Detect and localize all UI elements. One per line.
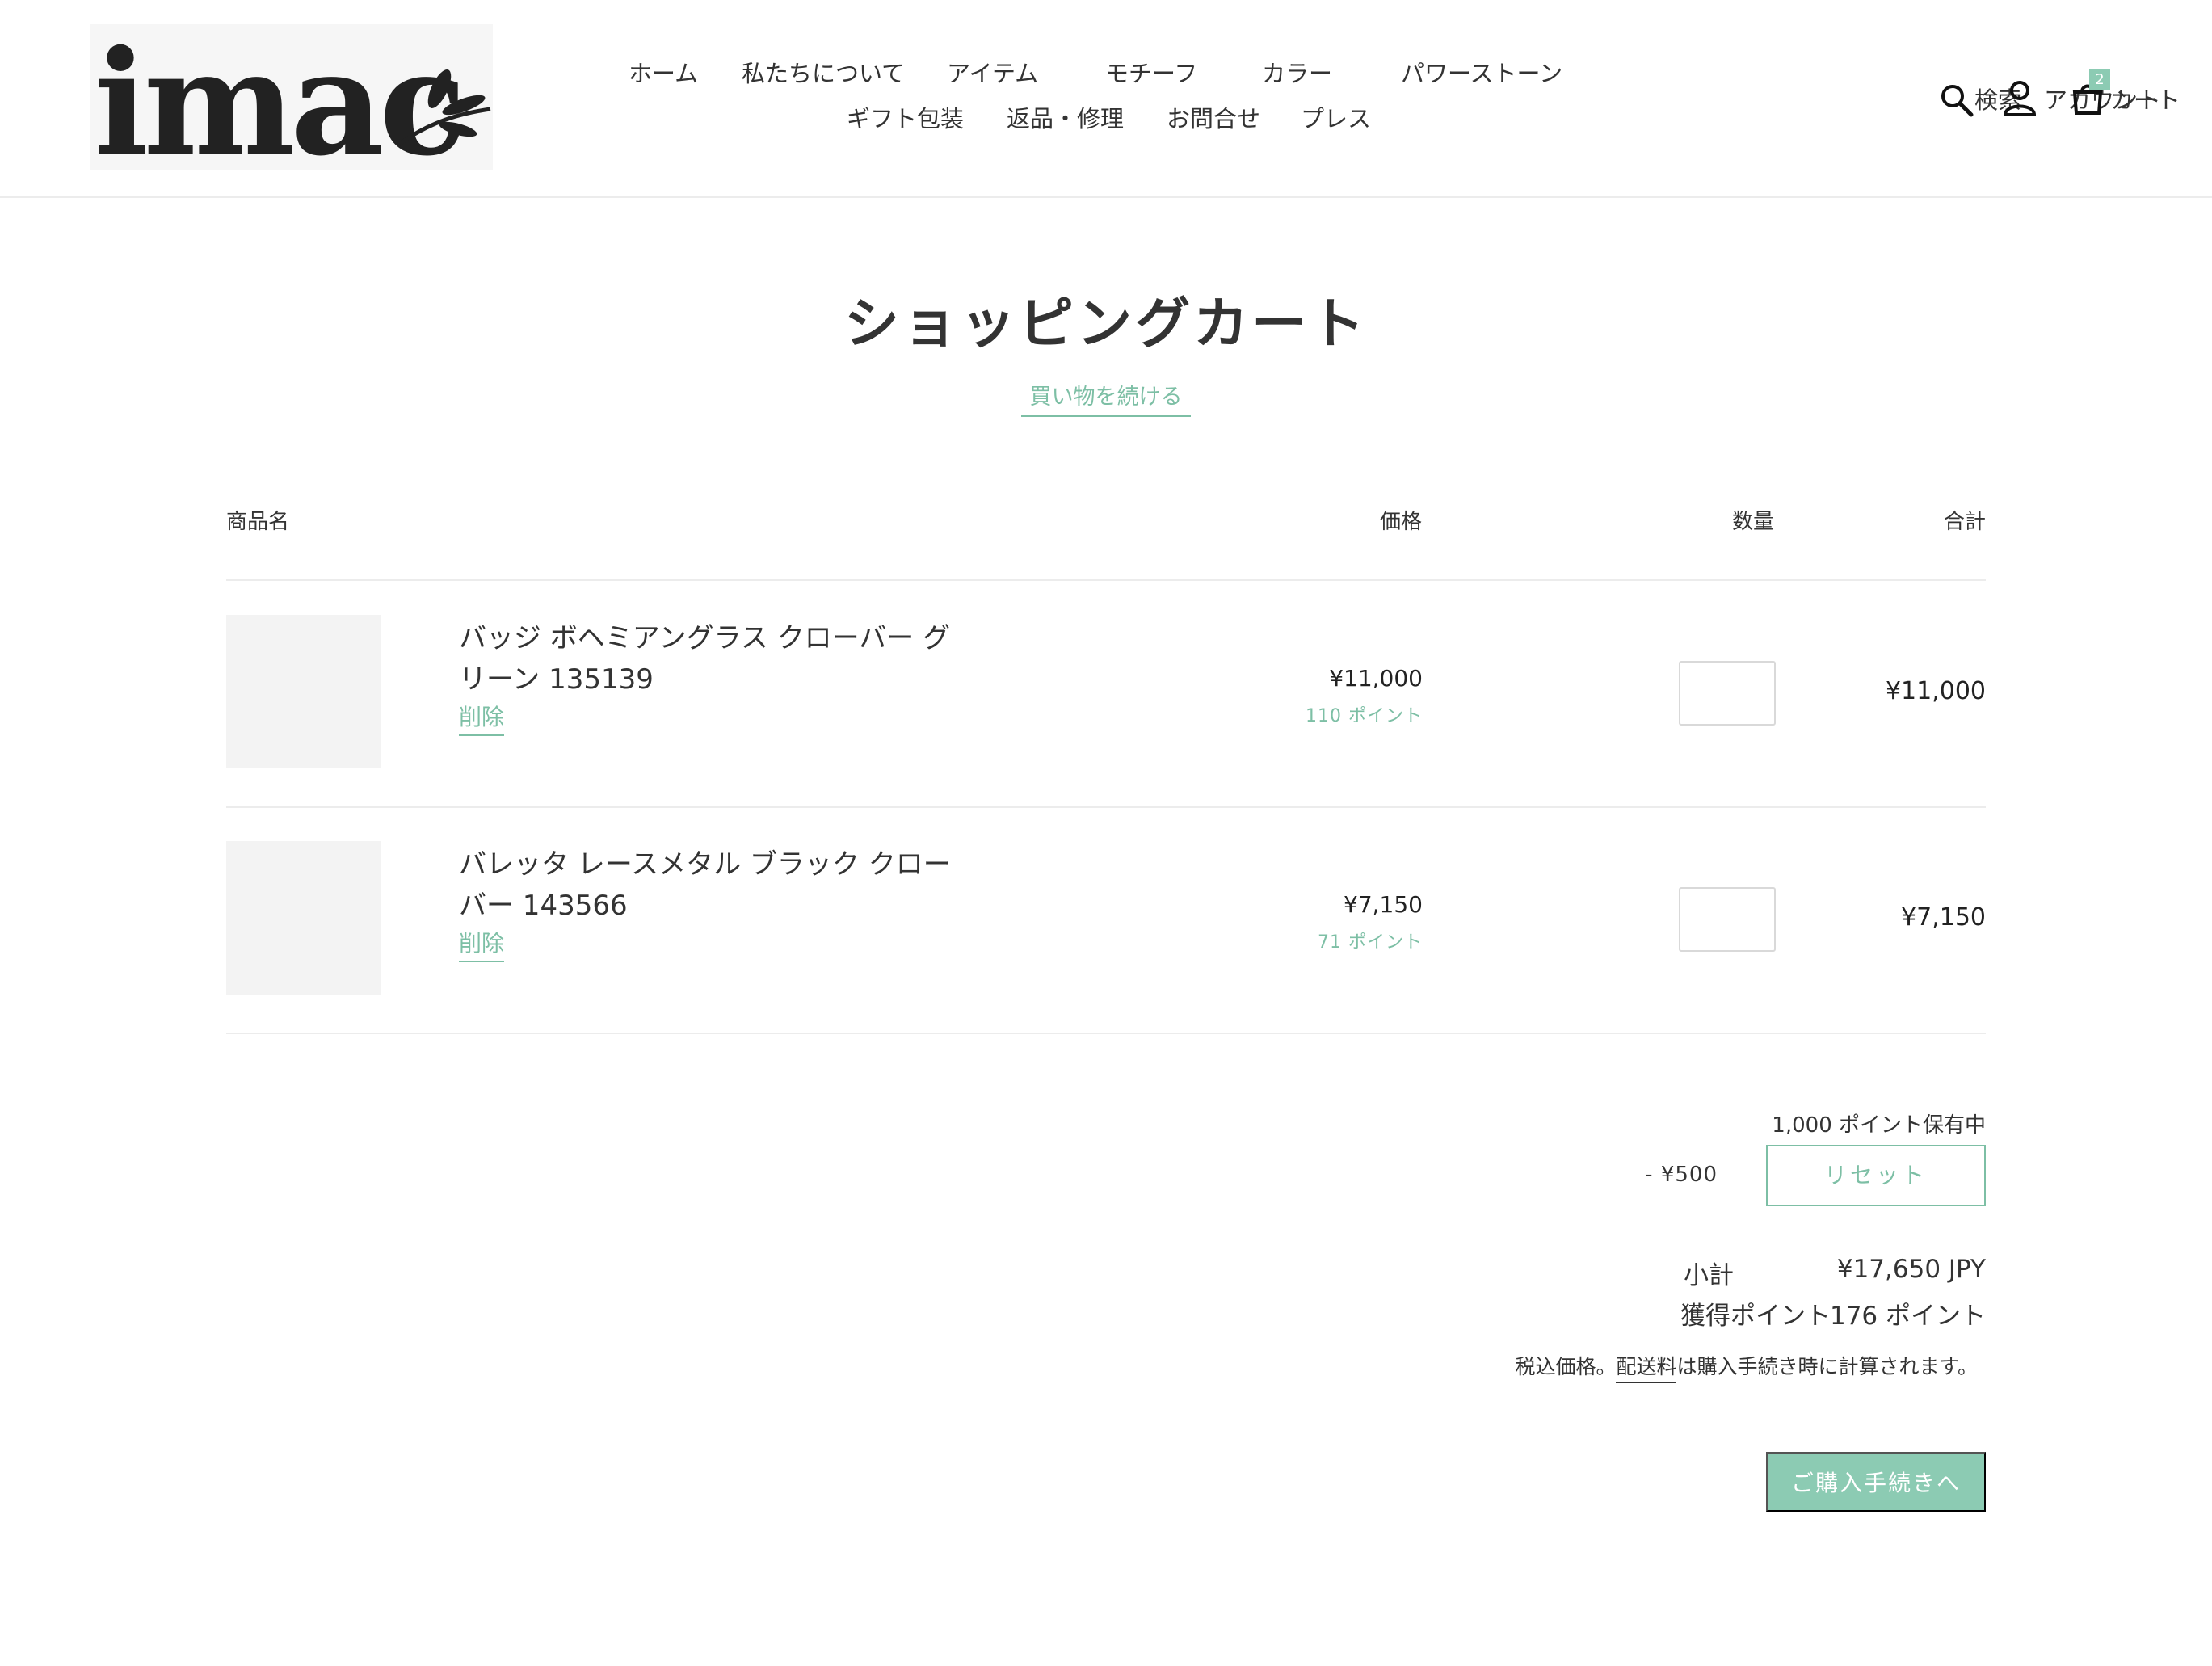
- divider: [226, 579, 1986, 581]
- line-total: ¥11,000: [1885, 677, 1986, 705]
- reset-points-button[interactable]: リセット: [1766, 1145, 1986, 1206]
- page-title: ショッピングカート: [843, 292, 1368, 356]
- cart-label[interactable]: カート: [2110, 82, 2180, 116]
- tax-note: 税込価格。配送料は購入手続き時に計算されます。: [1515, 1351, 1978, 1383]
- subtotal-label: 小計: [1684, 1261, 1734, 1290]
- nav-item-contact[interactable]: お問合せ: [1167, 100, 1260, 134]
- earned-points-value: 176 ポイント: [1829, 1302, 1986, 1331]
- nav-item-items[interactable]: アイテム: [947, 55, 1038, 89]
- nav-item-motif[interactable]: モチーフ: [1105, 55, 1197, 89]
- header-total: 合計: [1944, 510, 1987, 534]
- remove-link[interactable]: 削除: [459, 700, 505, 736]
- earned-points-label: 獲得ポイント: [1680, 1302, 1831, 1331]
- product-price: ¥11,000: [1329, 665, 1423, 692]
- header-product: 商品名: [226, 510, 290, 534]
- quantity-input[interactable]: [1679, 887, 1776, 952]
- search-button[interactable]: [1939, 82, 1974, 121]
- shipping-link[interactable]: 配送料: [1616, 1355, 1677, 1383]
- logo-graphic: imac: [94, 24, 491, 170]
- product-name[interactable]: バレッタ レースメタル ブラック クローバー 143566: [459, 844, 976, 927]
- product-points: 71 ポイント: [1318, 932, 1423, 953]
- cart-count-badge: 2: [2089, 69, 2110, 90]
- remove-link[interactable]: 削除: [459, 926, 505, 962]
- nav-item-about[interactable]: 私たちについて: [742, 55, 905, 89]
- divider: [226, 1033, 1986, 1034]
- checkout-button[interactable]: ご購入手続きへ: [1766, 1452, 1986, 1512]
- header-quantity: 数量: [1732, 510, 1775, 534]
- tax-note-prefix: 税込価格。: [1515, 1355, 1617, 1378]
- subtotal-value: ¥17,650 JPY: [1836, 1255, 1986, 1284]
- product-name[interactable]: バッジ ボヘミアングラス クローバー グリーン 135139: [459, 618, 976, 700]
- tax-note-suffix: は購入手続き時に計算されます。: [1676, 1355, 1978, 1378]
- search-icon: [1941, 85, 1974, 117]
- logo-text: imac: [94, 24, 462, 170]
- nav-item-gift[interactable]: ギフト包装: [847, 100, 964, 134]
- product-price: ¥7,150: [1344, 891, 1423, 918]
- nav-item-home[interactable]: ホーム: [629, 55, 698, 89]
- quantity-input[interactable]: [1679, 661, 1776, 726]
- product-points: 110 ポイント: [1306, 706, 1423, 726]
- account-icon: [2003, 81, 2037, 116]
- nav-item-color[interactable]: カラー: [1262, 55, 1332, 89]
- points-discount: - ¥500: [1645, 1163, 1718, 1187]
- nav-item-powerstone[interactable]: パワーストーン: [1401, 55, 1562, 89]
- nav-item-press[interactable]: プレス: [1301, 100, 1371, 134]
- logo[interactable]: imac: [90, 24, 493, 170]
- divider: [226, 806, 1986, 808]
- nav-item-returns[interactable]: 返品・修理: [1007, 100, 1124, 134]
- points-balance: 1,000 ポイント保有中: [1772, 1113, 1986, 1138]
- product-image[interactable]: [226, 615, 381, 768]
- header-price: 価格: [1380, 510, 1423, 534]
- site-header: imac ホーム 私たちについて アイテム モチーフ カラー パワーストーン ギ…: [0, 0, 2212, 198]
- continue-shopping-link[interactable]: 買い物を続ける: [1021, 379, 1191, 417]
- account-button[interactable]: [2002, 79, 2037, 121]
- line-total: ¥7,150: [1901, 903, 1986, 932]
- product-image[interactable]: [226, 841, 381, 995]
